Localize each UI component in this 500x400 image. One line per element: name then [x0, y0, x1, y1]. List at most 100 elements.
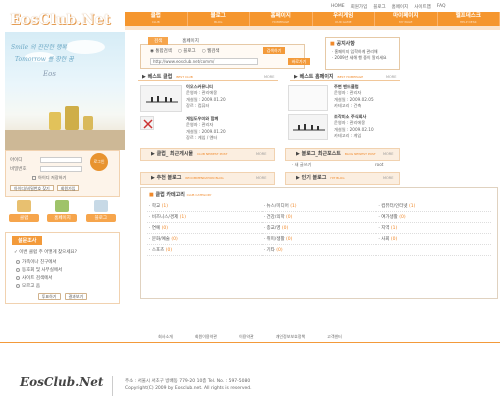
tab-search[interactable]: 검색	[148, 37, 169, 45]
homepage-icon	[55, 200, 70, 212]
vote-button[interactable]: 투표하기	[37, 293, 61, 300]
footer-link[interactable]: 이용약관	[239, 334, 254, 342]
top-link-blog[interactable]: 블로그	[372, 4, 386, 10]
poll-option[interactable]: 가족이나 친구에서	[16, 259, 109, 265]
join-button[interactable]: 회원가입	[56, 185, 80, 191]
poll-option[interactable]: 동호회 및 사무실에서	[16, 267, 109, 273]
poll-option[interactable]: 모르고 옴	[16, 283, 109, 289]
top-link-join[interactable]: 회원가입	[350, 4, 369, 10]
homepage-info: 주변 밴드클럽 운영자 : 관리자 개설일 : 2009.02.05 카테고리 …	[334, 84, 374, 109]
radio-web[interactable]: ○ 웹검색	[202, 48, 220, 54]
top-link-home[interactable]: HOME	[330, 4, 346, 10]
quick-homepage[interactable]: 홈페이지	[47, 200, 78, 230]
footer-link[interactable]: 회원이용약관	[195, 334, 217, 342]
category-item[interactable]: · 학교 (1)	[147, 201, 262, 212]
pw-label: 비밀번호	[10, 166, 27, 172]
footer-link[interactable]: 고객센터	[327, 334, 342, 342]
category-item[interactable]: · 연예 (0)	[147, 223, 262, 234]
quick-links: 클럽 홈페이지 블로그	[5, 200, 120, 230]
id-input[interactable]	[40, 156, 82, 163]
site-logo[interactable]: EosClub.Net	[10, 12, 111, 28]
category-grid: · 학교 (1) · 뉴스/미디어 (1) · 컴퓨터/인터넷 (1) · 비즈니스/…	[141, 201, 497, 256]
best-homepage-more[interactable]: MORE	[386, 75, 396, 79]
result-button[interactable]: 결과보기	[64, 293, 88, 300]
hero-ground	[5, 130, 125, 150]
footer-logo: EosClub.Net	[20, 375, 104, 389]
category-item	[376, 245, 491, 256]
club-category: ■ 클럽 카테고리 CLUB CATEGORY · 학교 (1) · 뉴스/미디어…	[140, 187, 498, 299]
top-link-sitemap[interactable]: 사이트맵	[413, 4, 432, 10]
category-item[interactable]: · 건강/의학 (0)	[261, 212, 377, 223]
category-item[interactable]: · 기타 (0)	[261, 245, 377, 256]
pop-blog-more[interactable]: MORE	[383, 176, 393, 180]
category-item[interactable]: · 지역 (1)	[376, 223, 491, 234]
nav-blog[interactable]: 블로그 BLOG	[188, 12, 250, 26]
poll-title: 설문조사	[12, 236, 43, 245]
radio-blog[interactable]: ○ 블로그	[178, 48, 196, 54]
club-info: 이오스커뮤니티 운영자 : 관리에몽 개설일 : 2009.01.20 장르 :…	[186, 84, 226, 109]
club-latest-more[interactable]: MORE	[256, 152, 266, 156]
category-item[interactable]: · 컴퓨터/인터넷 (1)	[376, 201, 491, 212]
footer-link[interactable]: 개인정보보호정책	[276, 334, 305, 342]
radio-all[interactable]: ◉ 통합검색	[150, 48, 172, 54]
category-item[interactable]: · 문화/예술 (0)	[147, 234, 262, 245]
nav-homepage[interactable]: 홈페이지 HOMEPAGE	[250, 12, 313, 26]
hero-text-2: Tomorrow 를 향한 꿈	[15, 56, 74, 63]
url-input[interactable]: http://www.eosclub.net/comm/	[150, 58, 258, 65]
club-latest-header: ▶ 클럽_ 최근게시물 CLUB NEWEST POST	[140, 148, 275, 161]
tab-homepage[interactable]: 홈페이지	[176, 37, 205, 45]
footer-address: 주소 : 서울시 서초구 방배동 779-20 10층 Tel. No. : 5…	[125, 379, 252, 391]
notice-box: ■ 공지사항 · 홈페이지 입학하게 관리해 · 2009년 세해 행 중이 알…	[325, 37, 400, 70]
notice-title: ■ 공지사항	[330, 41, 355, 47]
nav-my-page[interactable]: 마이페이지 MY PAGE	[375, 12, 438, 26]
search-tabs: 검색 홈페이지	[148, 37, 205, 45]
top-link-homepage[interactable]: 홈페이지	[391, 4, 410, 10]
radio-icon	[16, 276, 20, 280]
search-button[interactable]: 검색하기	[263, 47, 285, 54]
id-label: 아이디	[10, 157, 23, 163]
remember-label: 아이디 저장하기	[38, 174, 67, 180]
nav-club[interactable]: 클럽 CLUB	[125, 12, 188, 26]
best-club-header: ▶ 베스트 클럽 BEST CLUB	[138, 74, 278, 81]
best-homepage-header: ▶ 베스트 홈페이지 BEST HOMEPAGE	[290, 74, 400, 81]
login-button[interactable]: 로그인	[90, 153, 108, 171]
radio-icon	[16, 284, 20, 288]
category-item[interactable]: · 사회 (0)	[376, 234, 491, 245]
category-item[interactable]: · 여가생활 (0)	[376, 212, 491, 223]
footer-divider	[112, 376, 113, 396]
remember-checkbox[interactable]	[32, 175, 36, 180]
category-item[interactable]: · 스포츠 (0)	[147, 245, 262, 256]
pw-input[interactable]	[40, 165, 82, 172]
footer-links: 회사소개 회원이용약관 이용약관 개인정보보호정책 고객센터	[0, 334, 500, 343]
go-button[interactable]: 바로가기	[288, 58, 310, 65]
jar-middle	[65, 106, 79, 130]
top-links: HOME 회원가입 블로그 홈페이지 사이트맵 FAQ	[330, 4, 446, 10]
footer-link[interactable]: 회사소개	[158, 334, 173, 342]
category-item[interactable]: · 뉴스/미디어 (1)	[261, 201, 377, 212]
category-item[interactable]: · 비즈니스/경제 (1)	[147, 212, 262, 223]
poll-option[interactable]: 사이트 검색에서	[16, 275, 109, 281]
quick-blog[interactable]: 블로그	[85, 200, 116, 230]
homepage-thumbnail[interactable]	[288, 85, 328, 111]
category-item[interactable]: · 취미/생활 (0)	[261, 234, 377, 245]
jar-left	[49, 112, 61, 130]
find-account-button[interactable]: 아이디/비밀번호 찾기	[10, 185, 54, 191]
top-link-faq[interactable]: FAQ	[436, 4, 447, 10]
rec-blog-more[interactable]: MORE	[256, 176, 266, 180]
nav-underline	[125, 26, 500, 30]
homepage-thumbnail[interactable]	[288, 114, 328, 140]
nav-our-game[interactable]: 우리게임 OUR GAME	[313, 12, 375, 26]
quick-club[interactable]: 클럽	[9, 200, 40, 230]
club-info: 게임도우미와 함께 운영자 : 관리자 개설일 : 2009.01.20 장르 …	[186, 116, 226, 141]
category-item[interactable]: · 종교/영 (0)	[261, 223, 377, 234]
hero-image: Smile 의 잔잔한 행복 Tomorrow 를 향한 꿈 Eos	[5, 32, 125, 150]
category-title: ■ 클럽 카테고리 CLUB CATEGORY	[149, 192, 212, 198]
club-thumbnail[interactable]	[140, 85, 182, 112]
blog-latest-more[interactable]: MORE	[383, 152, 393, 156]
radio-icon	[16, 268, 20, 272]
notice-item[interactable]: · 2009년 세해 행 중이 알리세요	[326, 55, 399, 61]
nav-help-desk[interactable]: 헬프데스크 HELP DESK	[438, 12, 500, 26]
blog-icon	[93, 200, 108, 212]
blog-latest-item[interactable]: · 새 글쓰기	[292, 162, 311, 168]
best-club-more[interactable]: MORE	[264, 75, 274, 79]
